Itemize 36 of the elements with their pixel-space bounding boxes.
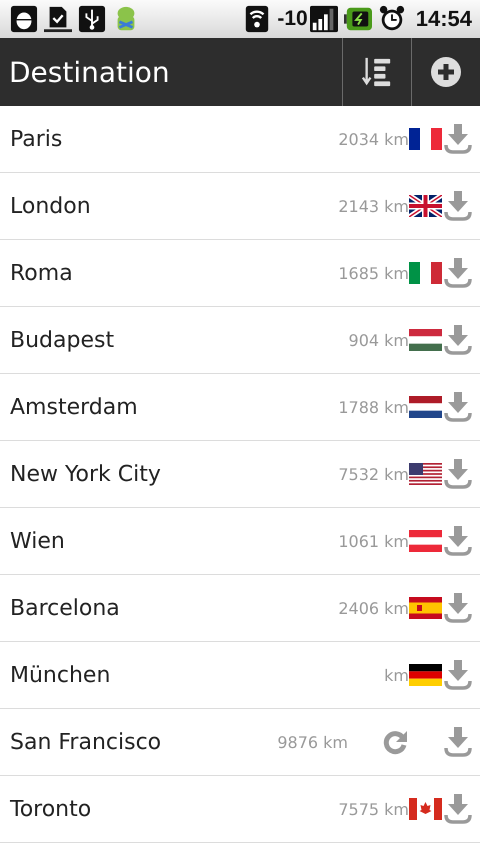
destination-row[interactable]: München km [0,642,480,709]
distance-text: 2143 km [338,196,409,216]
city-name: London [10,194,92,218]
city-name: Paris [10,126,64,152]
destination-row[interactable]: Paris 2034 km [0,106,480,173]
destination-row[interactable]: London 2143 km [0,173,480,240]
distance-text: 904 km [348,330,409,350]
distance-text: 1685 km [338,264,409,282]
distance-text: 2406 km [338,598,409,618]
destination-row[interactable]: Barcelona 2406 km [0,575,480,642]
signal-strength-text: -10 [277,7,308,31]
destination-row[interactable]: San Francisco 9876 km [0,709,480,776]
city-name: San Francisco [10,730,162,754]
clock-time: 14:54 [416,6,472,32]
destination-row[interactable]: New York City 7532 km [0,441,480,508]
city-name: Toronto [10,796,92,822]
distance-text: 2034 km [338,130,409,148]
distance-text: 7532 km [338,464,409,484]
distance-text: 7575 km [338,800,409,818]
city-name: Roma [10,260,74,286]
destination-row[interactable]: Amsterdam 1788 km [0,374,480,441]
destination-row[interactable]: Wien 1061 km [0,508,480,575]
city-name: Budapest [10,328,116,352]
destination-row[interactable]: Roma 1685 km [0,240,480,307]
city-name: Wien [10,528,66,554]
destination-row[interactable]: Budapest 904 km [0,307,480,374]
city-name: New York City [10,462,162,486]
city-name: Barcelona [10,596,121,620]
distance-text: 1061 km [338,532,409,550]
distance-text: km [384,666,409,684]
screen-title: Destination [8,56,171,88]
city-name: Amsterdam [10,394,139,420]
distance-text: 1788 km [338,398,409,416]
city-name: München [10,662,112,688]
distance-text: 9876 km [277,732,348,752]
destination-row[interactable]: Toronto 7575 km [0,776,480,843]
